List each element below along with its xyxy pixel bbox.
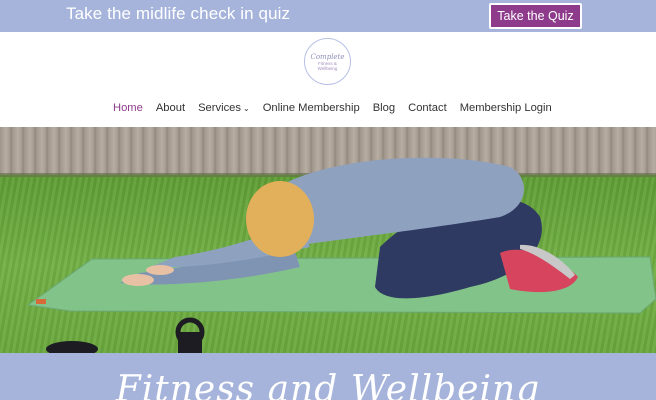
take-quiz-button[interactable]: Take the Quiz [489, 3, 582, 29]
nav-item-services[interactable]: Services ⌄ [198, 102, 250, 114]
nav-item-contact[interactable]: Contact [408, 102, 447, 114]
hero-image [0, 127, 656, 353]
promo-text[interactable]: Take the midlife check in quiz [66, 4, 290, 24]
kettlebell-2 [46, 341, 98, 353]
hero-yoga-illustration [26, 157, 656, 353]
mat-tag [36, 299, 46, 304]
nav-item-about[interactable]: About [156, 102, 185, 114]
site-logo[interactable]: Complete Fitness & Wellbeing [304, 38, 351, 85]
nav-item-blog[interactable]: Blog [373, 102, 395, 114]
top-promo-bar: Take the midlife check in quiz Take the … [0, 0, 656, 32]
person-hair [246, 181, 314, 257]
site-header: Complete Fitness & Wellbeing Home About … [0, 32, 656, 127]
nav-item-services-label: Services [198, 102, 241, 114]
hero-banner: Fitness and Wellbeing [0, 353, 656, 400]
main-nav: Home About Services ⌄ Online Membership B… [113, 101, 565, 115]
nav-item-membership-login[interactable]: Membership Login [460, 102, 552, 114]
person-hand-2 [146, 265, 174, 275]
banner-title: Fitness and Wellbeing [115, 369, 541, 400]
person-hand [122, 274, 154, 286]
logo-line-1: Complete [310, 52, 345, 61]
nav-item-home[interactable]: Home [113, 102, 143, 114]
chevron-down-icon: ⌄ [243, 104, 250, 113]
kettlebell-body [178, 332, 202, 353]
nav-item-online-membership[interactable]: Online Membership [263, 102, 360, 114]
logo-line-3: Wellbeing [317, 65, 338, 71]
